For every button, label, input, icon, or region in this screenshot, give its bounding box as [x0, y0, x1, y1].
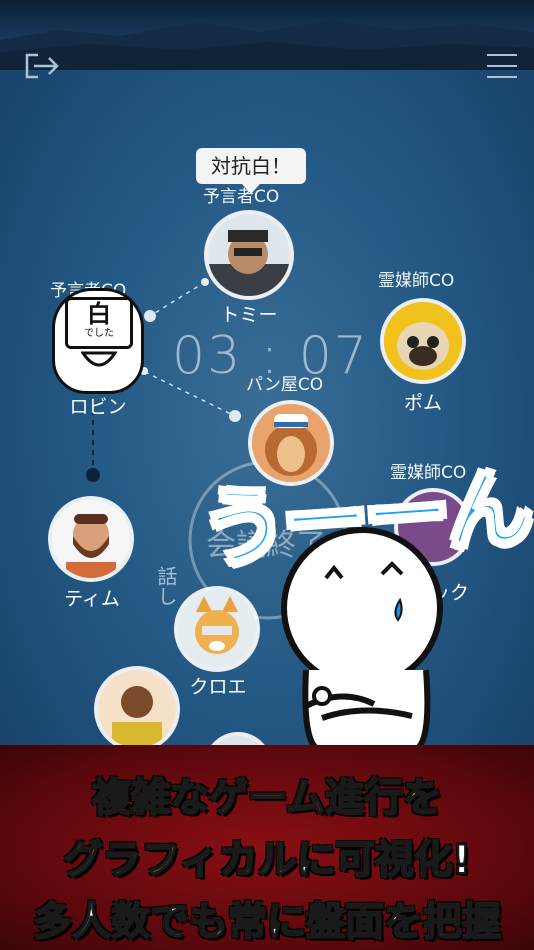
player-role-label: 予言者CO [203, 187, 280, 207]
player-name-label: ポム [403, 392, 442, 414]
player-avatar-robin[interactable]: 白 でした [52, 288, 144, 394]
banner-line-2: グラフィカルに可視化! [0, 829, 534, 885]
player-name-label: クロエ [189, 676, 247, 698]
banner-text: グラフィカル [62, 837, 297, 884]
banner-text-highlight: ゲーム進行 [208, 775, 404, 822]
banner-text: に [296, 837, 337, 884]
player-name-label: ティム [64, 588, 120, 610]
promo-banner: 複雑なゲーム進行を グラフィカルに可視化! 多人数でも常に盤面を把握 [0, 745, 534, 950]
banner-text-highlight: 盤面 [305, 899, 385, 946]
mouth-icon [81, 351, 117, 367]
banner-text: 複雑な [91, 775, 210, 822]
banner-line-3: 多人数でも常に盤面を把握 [0, 891, 534, 947]
player-name-label: トミー [220, 304, 278, 326]
player-avatar-woman[interactable] [98, 670, 176, 748]
player-avatar-pom[interactable] [384, 302, 462, 380]
banner-text: を [402, 775, 443, 822]
banner-text: 多人数でも常に [32, 899, 307, 946]
player-name-label: ロビン [69, 396, 127, 418]
vote-dot [144, 310, 156, 322]
banner-text-highlight: 可視化 [335, 837, 454, 884]
white-result-sub: でした [84, 328, 114, 339]
white-result-kanji: 白 [87, 300, 111, 328]
player-avatar-tim[interactable] [52, 500, 130, 578]
vote-dot [229, 410, 241, 422]
player-role-label: パン屋CO [246, 375, 324, 395]
player-avatar-chloe[interactable] [178, 590, 256, 668]
banner-text: を把握 [383, 899, 502, 946]
thinking-character-icon [281, 527, 443, 753]
white-result-badge: 白 でした [65, 297, 133, 349]
vote-dot [86, 468, 100, 482]
talk-side-label: 話し [154, 566, 178, 606]
banner-text: ! [452, 837, 472, 884]
vote-dot [201, 278, 209, 286]
player-avatar-tommy[interactable] [208, 214, 290, 296]
player-role-label: 霊媒師CO [378, 271, 455, 291]
speech-bubble: 対抗白！ [196, 148, 306, 194]
banner-line-1: 複雑なゲーム進行を [0, 767, 534, 823]
